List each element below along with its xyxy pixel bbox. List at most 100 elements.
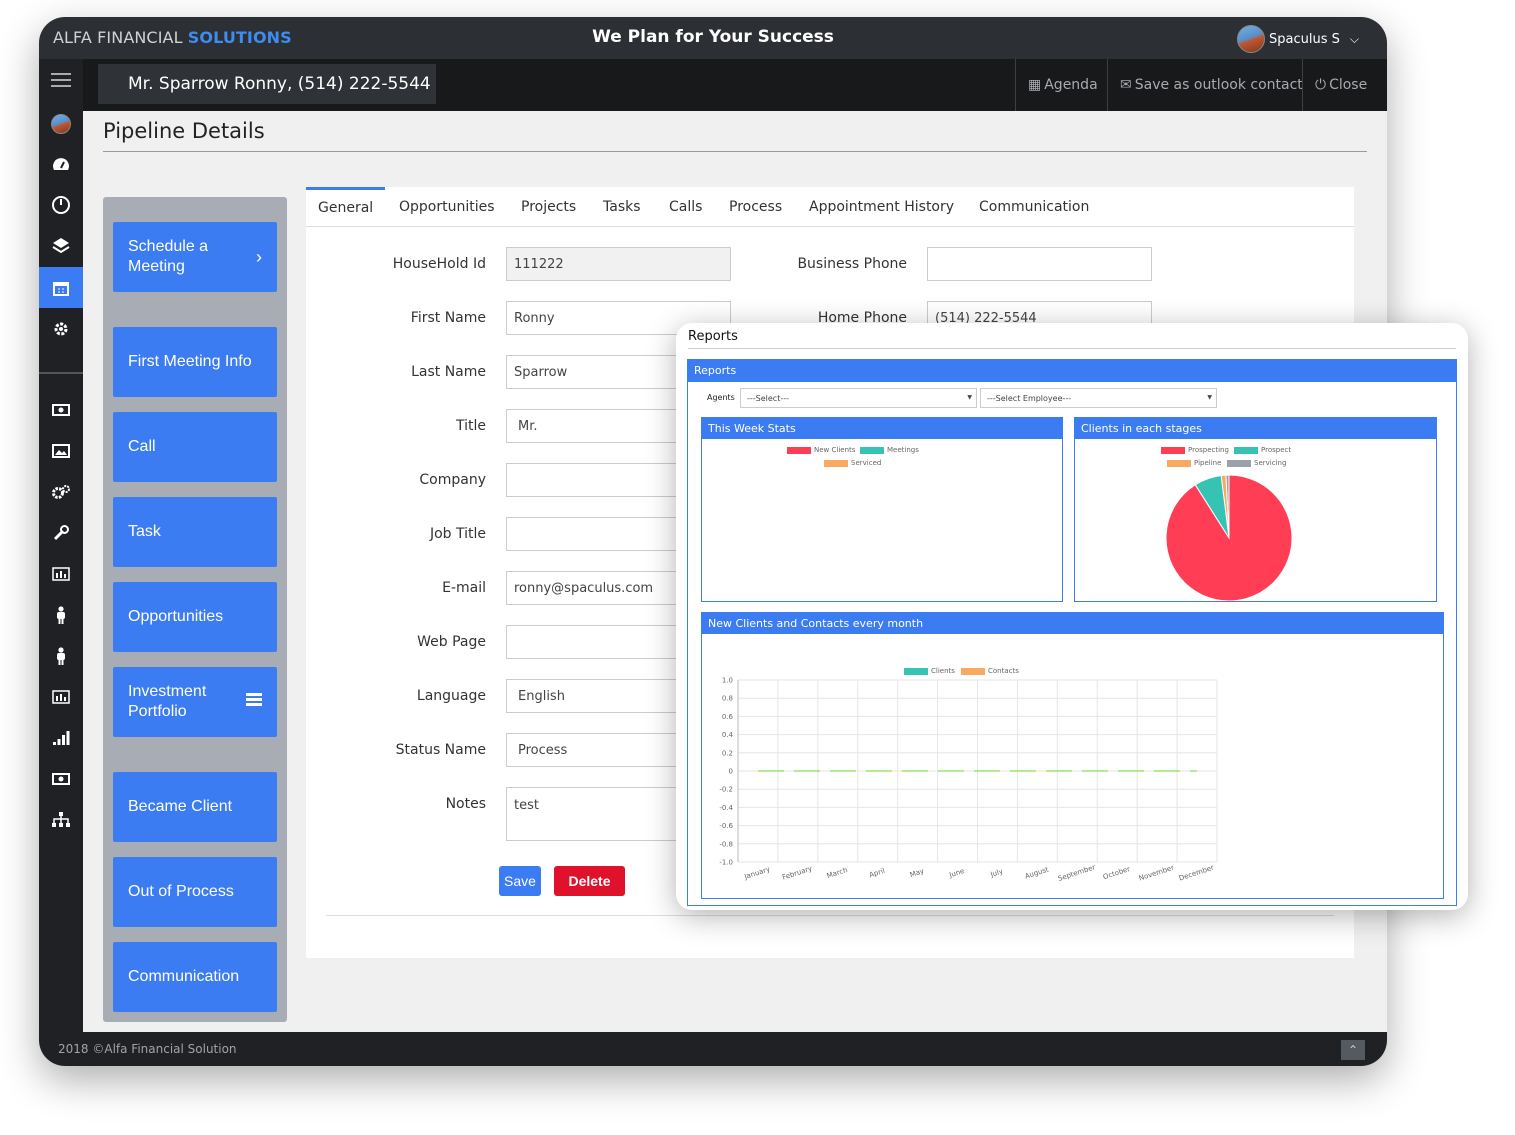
user-avatar bbox=[1237, 25, 1266, 53]
contact-bar: Mr. Sparrow Ronny, (514) 222-5544 ▦ Agend… bbox=[83, 59, 1387, 111]
pie-slice-prospecting[interactable] bbox=[1165, 474, 1293, 601]
investment-portfolio-button[interactable]: Investment Portfolio bbox=[113, 667, 277, 737]
tab-process[interactable]: Process bbox=[717, 187, 794, 227]
x-tick-label: August bbox=[1024, 865, 1050, 880]
gears-icon[interactable] bbox=[39, 471, 83, 512]
person-icon[interactable] bbox=[39, 594, 83, 635]
job-title-label: Job Title bbox=[429, 526, 486, 542]
task-button[interactable]: Task bbox=[113, 497, 277, 567]
tab-calls[interactable]: Calls bbox=[657, 187, 714, 227]
pie-chart bbox=[1165, 474, 1293, 601]
top-bar: ALFA FINANCIAL SOLUTIONS We Plan for You… bbox=[39, 17, 1387, 59]
call-button[interactable]: Call bbox=[113, 412, 277, 482]
bar-chart-icon[interactable] bbox=[39, 553, 83, 594]
button-label: Became Client bbox=[128, 798, 233, 815]
notes-label: Notes bbox=[445, 796, 486, 812]
button-label: Task bbox=[128, 523, 161, 540]
reports-window-title: Reports bbox=[688, 329, 738, 344]
x-tick-label: January bbox=[743, 865, 772, 881]
first-meeting-info-button[interactable]: First Meeting Info bbox=[113, 327, 277, 397]
user-name: Spaculus S bbox=[1269, 31, 1340, 47]
button-label: First Meeting Info bbox=[128, 353, 252, 370]
avatar[interactable] bbox=[39, 103, 83, 144]
x-tick-label: September bbox=[1057, 863, 1096, 883]
close-button[interactable]: ⏻ Close bbox=[1302, 59, 1379, 111]
y-tick-label: 0.6 bbox=[722, 713, 734, 721]
sitemap-icon[interactable] bbox=[39, 799, 83, 840]
image-icon[interactable] bbox=[39, 430, 83, 471]
button-label: Investment Portfolio bbox=[128, 683, 207, 720]
action-panel: Schedule a Meeting › First Meeting Info C… bbox=[103, 197, 287, 1022]
email-label: E-mail bbox=[442, 580, 486, 596]
money-icon[interactable] bbox=[39, 758, 83, 799]
clients-stages-card: Clients in each stages Prospecting Prosp… bbox=[1074, 417, 1437, 602]
employee-select[interactable]: ---Select Employee--- ▼ bbox=[980, 388, 1217, 408]
first-name-label: First Name bbox=[410, 310, 486, 326]
title-divider bbox=[103, 151, 1367, 152]
dial-icon[interactable] bbox=[39, 184, 83, 225]
x-tick-label: February bbox=[781, 864, 813, 881]
line-chart: 1.0 0.8 0.6 0.4 0.2 0 -0.2 -0.4 -0.6 -0.8 -1.0 Janu… bbox=[719, 677, 1218, 883]
calendar-icon: ▦ bbox=[1028, 77, 1042, 93]
tagline: We Plan for Your Success bbox=[592, 27, 834, 47]
calendar-icon[interactable] bbox=[39, 267, 83, 308]
x-tick-label: November bbox=[1138, 864, 1175, 883]
business-phone-field[interactable] bbox=[927, 247, 1152, 281]
tab-opportunities[interactable]: Opportunities bbox=[387, 187, 507, 227]
schedule-meeting-button[interactable]: Schedule a Meeting › bbox=[113, 222, 277, 292]
scroll-top-button[interactable]: ⌃ bbox=[1341, 1040, 1365, 1060]
monthly-clients-card: New Clients and Contacts every month Cli… bbox=[701, 612, 1444, 899]
menu-icon[interactable] bbox=[39, 59, 83, 100]
web-page-label: Web Page bbox=[417, 634, 486, 650]
week-stats-title: This Week Stats bbox=[702, 418, 1062, 439]
delete-button[interactable]: Delete bbox=[554, 866, 625, 896]
tab-projects[interactable]: Projects bbox=[509, 187, 588, 227]
out-of-process-button[interactable]: Out of Process bbox=[113, 857, 277, 927]
settings-icon[interactable] bbox=[39, 308, 83, 349]
y-tick-label: 0 bbox=[729, 768, 733, 776]
y-tick-label: 0.8 bbox=[722, 695, 733, 703]
copyright-text: 2018 ©Alfa Financial Solution bbox=[58, 1042, 237, 1056]
save-button[interactable]: Save bbox=[499, 866, 541, 896]
bar-chart-icon[interactable] bbox=[39, 676, 83, 717]
opportunities-button[interactable]: Opportunities bbox=[113, 582, 277, 652]
x-tick-label: June bbox=[947, 867, 965, 880]
tab-appointment-history[interactable]: Appointment History bbox=[797, 187, 966, 227]
household-id-field[interactable]: 111222 bbox=[506, 247, 731, 281]
save-outlook-label: Save as outlook contact bbox=[1134, 77, 1303, 93]
agenda-button[interactable]: ▦ Agenda bbox=[1015, 59, 1110, 111]
language-label: Language bbox=[416, 688, 486, 704]
household-id-label: HouseHold Id bbox=[392, 256, 486, 272]
person-icon[interactable] bbox=[39, 635, 83, 676]
user-menu[interactable]: Spaculus S ⌵ bbox=[1237, 25, 1359, 53]
y-tick-label: -1.0 bbox=[719, 859, 733, 867]
status-name-label: Status Name bbox=[395, 742, 486, 758]
legend-swatch bbox=[787, 446, 811, 454]
company-label: Company bbox=[419, 472, 486, 488]
dashboard-icon[interactable] bbox=[39, 143, 83, 184]
power-icon: ⏻ bbox=[1315, 77, 1327, 93]
agent-select[interactable]: ---Select--- ▼ bbox=[740, 388, 977, 408]
y-tick-label: -0.2 bbox=[719, 786, 733, 794]
legend-label: New Clients bbox=[814, 446, 856, 454]
footer: 2018 ©Alfa Financial Solution ⌃ bbox=[39, 1032, 1387, 1066]
save-outlook-button[interactable]: ✉ Save as outlook contact bbox=[1107, 59, 1315, 111]
wrench-icon[interactable] bbox=[39, 512, 83, 553]
legend-item: Meetings bbox=[860, 446, 919, 454]
y-tick-label: -0.4 bbox=[719, 804, 733, 812]
envelope-icon: ✉ bbox=[1120, 77, 1132, 93]
button-label: Call bbox=[128, 438, 156, 455]
legend-item: New Clients bbox=[787, 446, 855, 454]
money-icon[interactable] bbox=[39, 389, 83, 430]
tab-communication[interactable]: Communication bbox=[967, 187, 1101, 227]
signal-icon[interactable] bbox=[39, 717, 83, 758]
communication-button[interactable]: Communication bbox=[113, 942, 277, 1012]
chevron-up-icon: ⌃ bbox=[1347, 1043, 1359, 1057]
y-tick-label: 0.4 bbox=[722, 731, 734, 739]
became-client-button[interactable]: Became Client bbox=[113, 772, 277, 842]
tab-tasks[interactable]: Tasks bbox=[591, 187, 653, 227]
button-label: Communication bbox=[128, 968, 240, 985]
x-tick-label: May bbox=[909, 867, 925, 879]
tab-general[interactable]: General bbox=[306, 187, 386, 227]
layers-icon[interactable] bbox=[39, 225, 83, 266]
